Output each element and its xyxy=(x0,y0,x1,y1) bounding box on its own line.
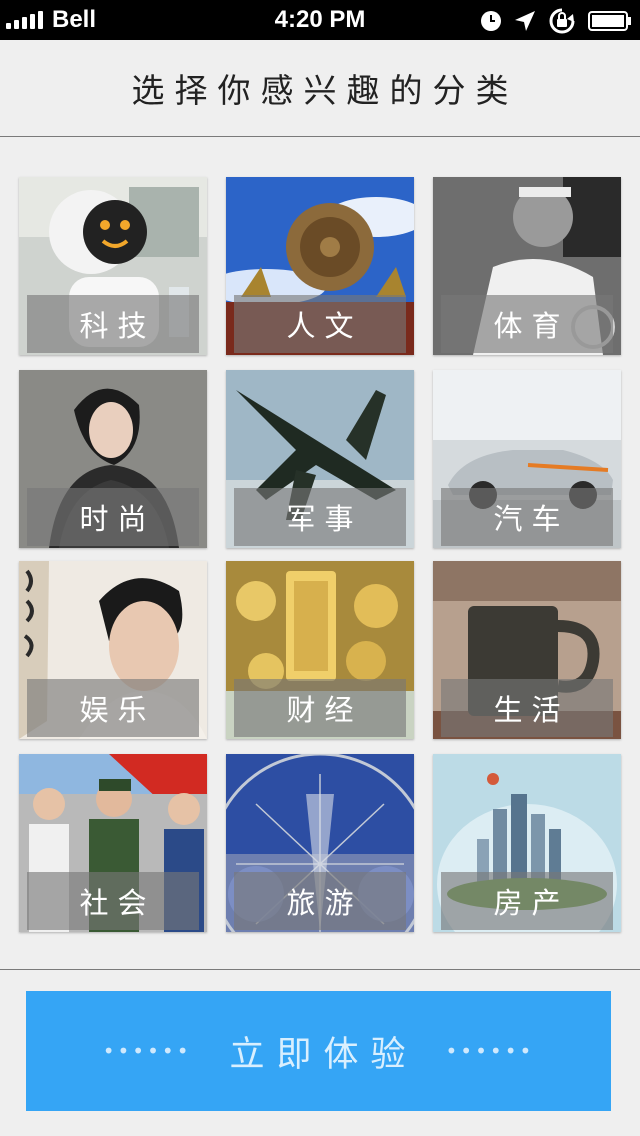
category-label: 社会 xyxy=(27,872,199,930)
category-label: 娱乐 xyxy=(27,679,199,737)
category-tile-entertainment[interactable]: 娱乐 xyxy=(19,561,207,739)
page-title: 选择你感兴趣的分类 xyxy=(131,71,519,110)
alarm-icon xyxy=(480,10,502,32)
category-label: 房产 xyxy=(441,872,613,930)
category-tile-sports[interactable]: 体育 xyxy=(433,177,621,355)
category-tile-travel[interactable]: 旅游 xyxy=(226,754,414,932)
battery-icon xyxy=(588,10,632,32)
category-tile-life[interactable]: 生活 xyxy=(433,561,621,739)
category-tile-military[interactable]: 军事 xyxy=(226,370,414,548)
category-label: 时尚 xyxy=(27,488,199,546)
start-experience-label: 立即体验 xyxy=(229,1034,418,1075)
divider xyxy=(0,969,640,970)
start-experience-button[interactable]: •••••• 立即体验 •••••• xyxy=(26,991,611,1111)
category-tile-fashion[interactable]: 时尚 xyxy=(19,370,207,548)
category-label: 体育 xyxy=(441,295,613,353)
category-label: 财经 xyxy=(234,679,406,737)
category-tile-culture[interactable]: 人文 xyxy=(226,177,414,355)
category-label: 旅游 xyxy=(234,872,406,930)
category-tile-society[interactable]: 社会 xyxy=(19,754,207,932)
location-icon xyxy=(514,10,536,32)
dots-decoration-left: •••••• xyxy=(102,1039,192,1063)
category-tile-auto[interactable]: 汽车 xyxy=(433,370,621,548)
category-label: 科技 xyxy=(27,295,199,353)
category-grid: 科技 人文 体育 时尚 军事 汽车 娱乐 财经 生活 社会 旅游 房产 xyxy=(0,137,640,970)
category-label: 生活 xyxy=(441,679,613,737)
category-label: 人文 xyxy=(234,295,406,353)
category-label: 军事 xyxy=(234,488,406,546)
category-tile-realestate[interactable]: 房产 xyxy=(433,754,621,932)
dots-decoration-right: •••••• xyxy=(445,1039,535,1063)
rotation-lock-icon xyxy=(548,8,576,34)
status-bar: Bell 4:20 PM xyxy=(0,0,640,40)
category-tile-tech[interactable]: 科技 xyxy=(19,177,207,355)
header: 选择你感兴趣的分类 xyxy=(0,40,640,137)
category-label: 汽车 xyxy=(441,488,613,546)
category-tile-finance[interactable]: 财经 xyxy=(226,561,414,739)
